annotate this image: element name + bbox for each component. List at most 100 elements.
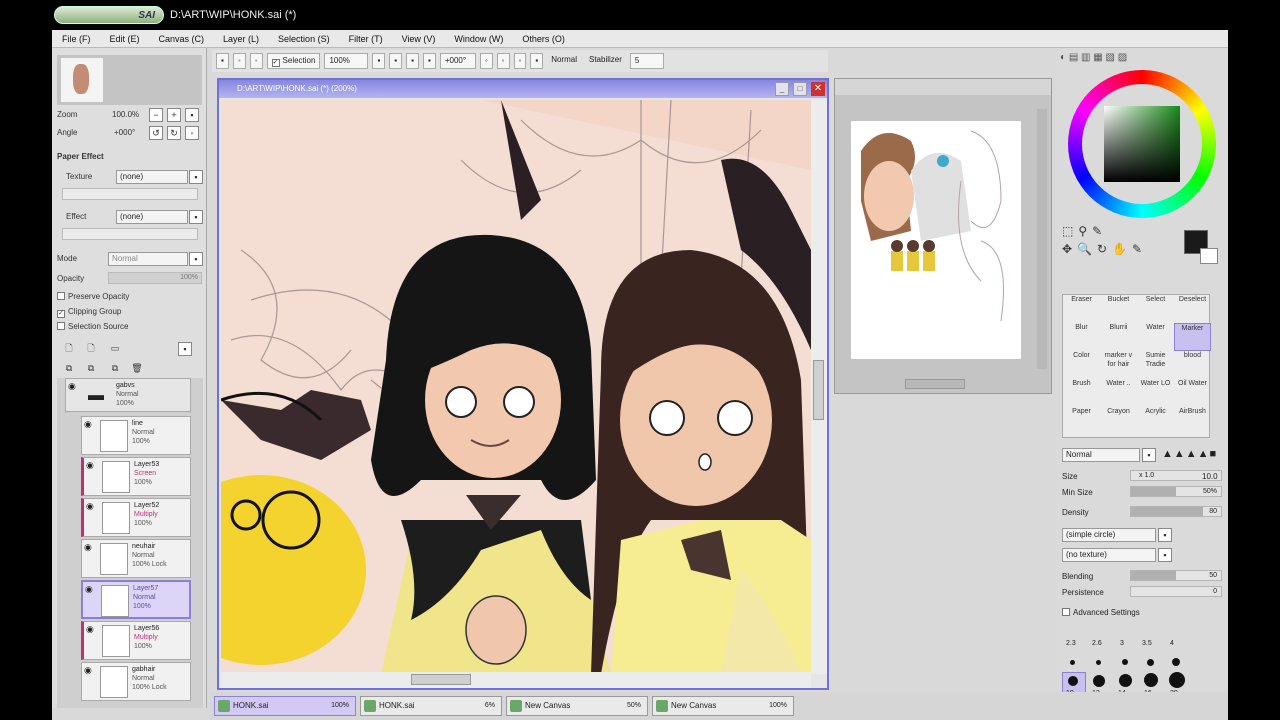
- menu-filter[interactable]: Filter (T): [339, 34, 392, 44]
- horizontal-scroll-thumb[interactable]: [411, 674, 471, 685]
- vertical-scroll-thumb[interactable]: [813, 360, 824, 420]
- new-layer-icon[interactable]: 🗋: [62, 342, 76, 356]
- color-wheel[interactable]: [1068, 70, 1216, 218]
- rotate-ccw-button[interactable]: ◦: [479, 53, 493, 69]
- close-button[interactable]: ✕: [811, 82, 825, 96]
- texture-scale-slider[interactable]: [62, 188, 198, 200]
- selection-toggle[interactable]: ✓ Selection: [266, 53, 321, 69]
- maximize-button[interactable]: □: [793, 82, 807, 96]
- new-folder-icon[interactable]: ▭: [108, 342, 122, 356]
- effect-strength-slider[interactable]: [62, 228, 198, 240]
- tool-water[interactable]: Water: [1137, 323, 1174, 351]
- color-wheel-tab-icon[interactable]: ◐ ▤ ▥ ▦ ▧ ▨: [1060, 52, 1127, 63]
- eye-icon[interactable]: ◉: [86, 502, 97, 511]
- tool-acrylic[interactable]: Acrylic: [1137, 407, 1174, 435]
- tool-water-lo[interactable]: Water LO: [1137, 379, 1174, 407]
- angle-field[interactable]: +000°: [439, 53, 476, 69]
- menu-others[interactable]: Others (O): [512, 34, 574, 44]
- eye-icon[interactable]: ◉: [84, 666, 95, 675]
- persistence-slider[interactable]: 0: [1130, 586, 1222, 597]
- tool-color[interactable]: Color: [1063, 351, 1100, 379]
- tool-water-2[interactable]: Water ..: [1100, 379, 1137, 407]
- brush-mode-button[interactable]: ▪: [1142, 448, 1156, 462]
- tool-paper[interactable]: Paper: [1063, 407, 1100, 435]
- stabilizer-dropdown[interactable]: 5: [629, 53, 664, 69]
- menu-selection[interactable]: Selection (S): [268, 34, 339, 44]
- copy-layer-icon[interactable]: ⧉: [62, 362, 76, 376]
- effect-dropdown[interactable]: (none): [116, 210, 188, 224]
- tool-marker-hair[interactable]: marker v for hair: [1100, 351, 1137, 379]
- task-canvas-1[interactable]: HONK.sai 100%: [214, 696, 356, 716]
- deselect-button[interactable]: ▪: [216, 53, 229, 69]
- canvas-vertical-scrollbar[interactable]: [811, 100, 827, 674]
- brush-tip-icons[interactable]: ▲▲▲▲■: [1162, 448, 1217, 460]
- zoom-out-button[interactable]: −: [149, 108, 163, 122]
- layer-item[interactable]: ◉ line Normal 100%: [81, 416, 191, 455]
- new-linework-layer-icon[interactable]: 🗋: [84, 342, 98, 356]
- tool-blood[interactable]: blood: [1174, 351, 1211, 379]
- layer-item[interactable]: ◉ Layer56 Multiply 100%: [81, 621, 191, 660]
- eye-icon[interactable]: ◉: [84, 543, 95, 552]
- eye-icon[interactable]: ◉: [85, 585, 96, 594]
- task-canvas-3[interactable]: New Canvas 50%: [506, 696, 648, 716]
- rotate-cw-button[interactable]: ◦: [496, 53, 510, 69]
- rotate-right-button[interactable]: ↻: [167, 126, 181, 140]
- brush-shape-button[interactable]: ▪: [1158, 528, 1172, 542]
- tool-bucket[interactable]: Bucket: [1100, 295, 1137, 323]
- clear-layer-icon[interactable]: ⧉: [108, 362, 122, 376]
- zoom-reset-button[interactable]: ▪: [185, 108, 199, 122]
- layer-option-icon[interactable]: ▪: [178, 342, 192, 356]
- preserve-opacity-checkbox[interactable]: Preserve Opacity: [57, 292, 129, 301]
- brush-shape-dropdown[interactable]: (simple circle): [1062, 528, 1156, 542]
- opacity-slider[interactable]: 100%: [108, 272, 202, 284]
- minimize-button[interactable]: _: [775, 82, 789, 96]
- tool-sumie[interactable]: Sumie Tradie: [1137, 351, 1174, 379]
- zoom-in-button[interactable]: +: [167, 108, 181, 122]
- rotate-reset-toolbar-button[interactable]: ◦: [513, 53, 527, 69]
- merge-down-icon[interactable]: ⧉: [84, 362, 98, 376]
- canvas-artwork[interactable]: [221, 100, 811, 674]
- texture-dropdown[interactable]: (none): [116, 170, 188, 184]
- eye-icon[interactable]: ◉: [86, 625, 97, 634]
- zoom-field[interactable]: 100%: [324, 53, 369, 69]
- layer-item-selected[interactable]: ◉ Layer57 Normal 100%: [81, 580, 191, 619]
- brush-texture-button[interactable]: ▪: [1158, 548, 1172, 562]
- inactive-horizontal-scrollbar[interactable]: [905, 379, 965, 389]
- clipping-group-checkbox[interactable]: ✓ Clipping Group: [57, 307, 121, 318]
- task-canvas-4[interactable]: New Canvas 100%: [652, 696, 794, 716]
- navigator-preview[interactable]: [57, 55, 202, 105]
- eye-icon[interactable]: ◉: [84, 420, 95, 429]
- selection-tools-icons[interactable]: ⬚⚲✎: [1062, 224, 1107, 238]
- redo-button[interactable]: ▪: [249, 53, 263, 69]
- tool-select[interactable]: Select: [1137, 295, 1174, 323]
- brush-texture-dropdown[interactable]: (no texture): [1062, 548, 1156, 562]
- tool-blur[interactable]: Blur: [1063, 323, 1100, 351]
- inactive-vertical-scrollbar[interactable]: [1037, 109, 1047, 369]
- effect-options-button[interactable]: ▪: [189, 210, 203, 224]
- saturation-value-square[interactable]: [1104, 106, 1180, 182]
- tool-blurrii[interactable]: Blurrii: [1100, 323, 1137, 351]
- zoom-plus-button[interactable]: ▪: [389, 53, 403, 69]
- tool-brush[interactable]: Brush: [1063, 379, 1100, 407]
- layer-item[interactable]: ◉ gabhair Normal 100% Lock: [81, 662, 191, 701]
- undo-button[interactable]: ▪: [232, 53, 246, 69]
- density-slider[interactable]: 80: [1130, 506, 1222, 517]
- blend-mode-button[interactable]: ▪: [189, 252, 203, 266]
- layer-item[interactable]: ◉ neuhair Normal 100% Lock: [81, 539, 191, 578]
- zoom-minus-button[interactable]: ▪: [372, 53, 386, 69]
- secondary-color-swatch[interactable]: [1200, 248, 1218, 264]
- tool-marker[interactable]: Marker: [1174, 323, 1211, 351]
- navigation-tools-icons[interactable]: ✥🔍↻✋✎: [1062, 242, 1147, 256]
- canvas-horizontal-scrollbar[interactable]: [221, 672, 811, 688]
- menu-view[interactable]: View (V): [392, 34, 445, 44]
- menu-layer[interactable]: Layer (L): [213, 34, 268, 44]
- delete-layer-icon[interactable]: 🗑: [130, 362, 144, 376]
- tool-eraser[interactable]: Eraser: [1063, 295, 1100, 323]
- eye-icon[interactable]: ◉: [86, 461, 97, 470]
- tool-crayon[interactable]: Crayon: [1100, 407, 1137, 435]
- tool-deselect[interactable]: Deselect: [1174, 295, 1211, 323]
- selection-source-checkbox[interactable]: Selection Source: [57, 322, 128, 331]
- zoom-fit-button[interactable]: ▪: [406, 53, 419, 69]
- texture-options-button[interactable]: ▪: [189, 170, 203, 184]
- menu-file[interactable]: File (F): [52, 34, 100, 44]
